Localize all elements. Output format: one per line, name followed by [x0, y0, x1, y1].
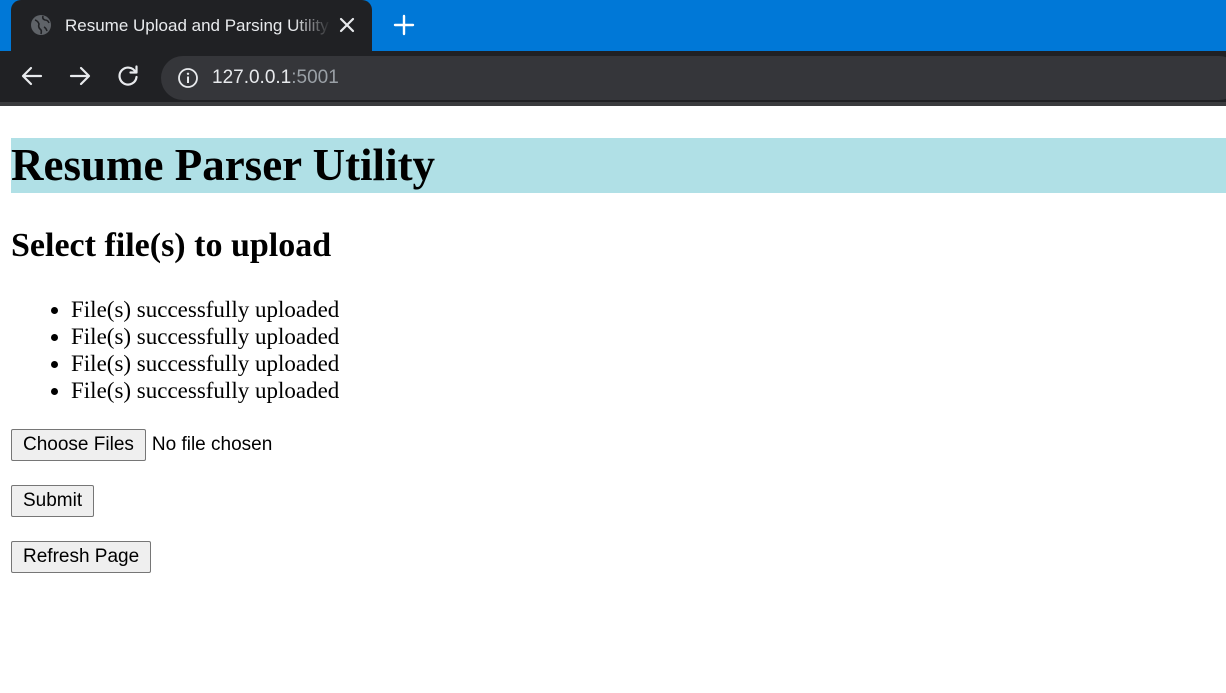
flash-message: File(s) successfully uploaded — [71, 323, 339, 350]
page-content: Resume Parser Utility Select file(s) to … — [0, 106, 1226, 693]
flash-message: File(s) successfully uploaded — [71, 296, 339, 323]
submit-button[interactable]: Submit — [11, 485, 95, 517]
url-port: :5001 — [291, 67, 339, 88]
arrow-left-icon[interactable] — [19, 63, 45, 89]
globe-icon — [30, 14, 52, 36]
browser-toolbar: 127.0.0.1:5001 — [0, 51, 1226, 106]
tab-title: Resume Upload and Parsing Utility — [65, 16, 329, 35]
arrow-right-icon[interactable] — [67, 63, 93, 89]
url-host: 127.0.0.1 — [212, 67, 292, 88]
upload-heading: Select file(s) to upload — [11, 227, 332, 264]
browser-tab[interactable]: Resume Upload and Parsing Utility — [11, 0, 372, 51]
close-icon[interactable] — [336, 14, 358, 36]
no-file-chosen-text: No file chosen — [151, 434, 273, 455]
browser-tab-strip: Resume Upload and Parsing Utility — [0, 0, 1226, 51]
plus-icon[interactable] — [392, 13, 416, 37]
url-text[interactable]: 127.0.0.1:5001 — [212, 66, 339, 90]
choose-files-button[interactable]: Choose Files — [11, 429, 146, 461]
page-title: Resume Parser Utility — [11, 138, 1226, 193]
flash-message: File(s) successfully uploaded — [71, 377, 339, 404]
refresh-page-button[interactable]: Refresh Page — [11, 541, 152, 573]
reload-icon[interactable] — [115, 63, 141, 89]
info-icon[interactable] — [177, 67, 199, 89]
file-input[interactable]: Choose Files No file chosen — [11, 429, 272, 461]
flash-message-list: File(s) successfully uploaded File(s) su… — [30, 296, 339, 404]
address-bar[interactable]: 127.0.0.1:5001 — [161, 56, 1226, 100]
flash-message: File(s) successfully uploaded — [71, 350, 339, 377]
